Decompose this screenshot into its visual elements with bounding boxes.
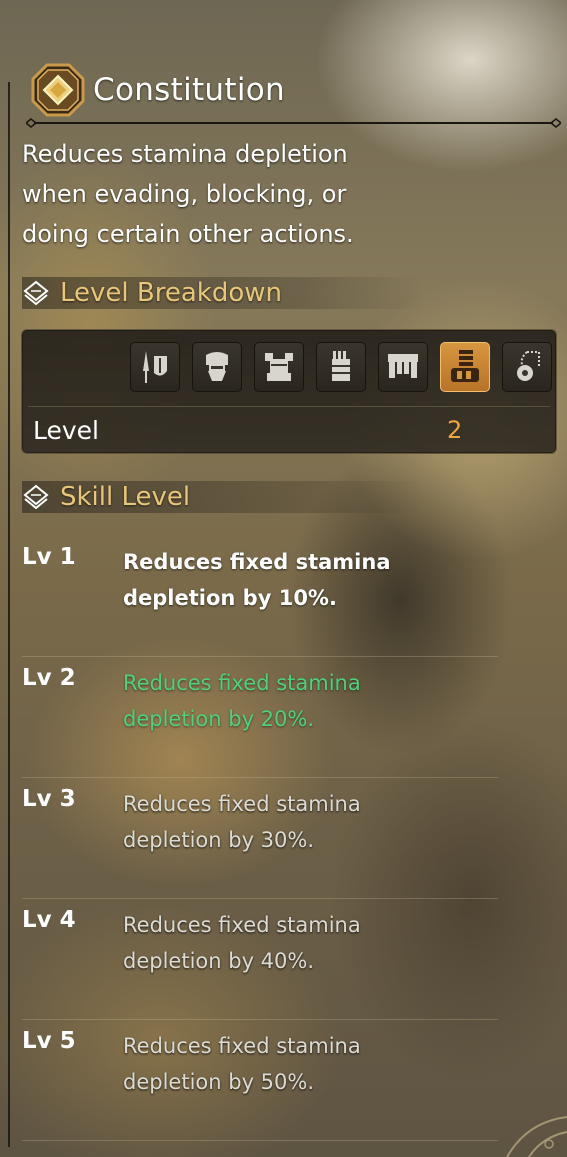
skill-header: Constitution bbox=[31, 62, 285, 118]
legs-icon bbox=[451, 350, 479, 382]
corner-ornament-icon bbox=[506, 1116, 567, 1157]
skill-description: Reduces stamina depletion when evading, … bbox=[22, 140, 354, 248]
skill-level-heading: Skill Level bbox=[22, 479, 422, 515]
level-row-2: Lv 2 Reduces fixed stamina depletion by … bbox=[22, 657, 498, 778]
level-row-3: Lv 3 Reduces fixed stamina depletion by … bbox=[22, 778, 498, 899]
equipment-slots bbox=[130, 342, 552, 392]
level-effect: Reduces fixed stamina depletion by 30%. bbox=[123, 792, 361, 852]
level-row-5: Lv 5 Reduces fixed stamina depletion by … bbox=[22, 1020, 498, 1141]
waist-slot[interactable] bbox=[378, 342, 428, 392]
constitution-skill-icon bbox=[31, 63, 85, 117]
header-divider bbox=[26, 118, 561, 128]
level-value: 2 bbox=[447, 416, 463, 444]
level-number: Lv 1 bbox=[22, 544, 76, 570]
helm-icon bbox=[206, 352, 228, 381]
breakdown-divider bbox=[28, 406, 550, 407]
level-effect: Reduces fixed stamina depletion by 10%. bbox=[123, 550, 391, 610]
level-breakdown-panel: Level 2 bbox=[21, 329, 557, 454]
level-effect: Reduces fixed stamina depletion by 20%. bbox=[123, 671, 361, 731]
level-row-4: Lv 4 Reduces fixed stamina depletion by … bbox=[22, 899, 498, 1020]
level-number: Lv 3 bbox=[22, 786, 76, 812]
legs-slot[interactable] bbox=[440, 342, 490, 392]
weapon-icon bbox=[143, 351, 167, 383]
waist-icon bbox=[388, 354, 418, 378]
arms-slot[interactable] bbox=[316, 342, 366, 392]
talisman-icon bbox=[517, 351, 540, 381]
level-number: Lv 4 bbox=[22, 907, 76, 933]
level-number: Lv 5 bbox=[22, 1028, 76, 1054]
diamond-stack-icon bbox=[22, 483, 50, 511]
level-effect: Reduces fixed stamina depletion by 50%. bbox=[123, 1034, 361, 1094]
helm-slot[interactable] bbox=[192, 342, 242, 392]
skill-level-label: Skill Level bbox=[60, 482, 191, 512]
chest-slot[interactable] bbox=[254, 342, 304, 392]
weapon-slot[interactable] bbox=[130, 342, 180, 392]
level-breakdown-label: Level Breakdown bbox=[60, 278, 282, 308]
level-number: Lv 2 bbox=[22, 665, 76, 691]
arms-icon bbox=[332, 351, 350, 381]
diamond-stack-icon bbox=[22, 279, 50, 307]
level-breakdown-heading: Level Breakdown bbox=[22, 275, 422, 311]
left-border-line bbox=[8, 82, 10, 1147]
level-effect: Reduces fixed stamina depletion by 40%. bbox=[123, 913, 361, 973]
talisman-slot[interactable] bbox=[502, 342, 552, 392]
level-row-1: Lv 1 Reduces fixed stamina depletion by … bbox=[22, 536, 498, 657]
chest-icon bbox=[265, 353, 293, 381]
level-label: Level bbox=[33, 416, 99, 445]
skill-level-list: Lv 1 Reduces fixed stamina depletion by … bbox=[22, 536, 498, 1141]
skill-title: Constitution bbox=[93, 72, 285, 108]
